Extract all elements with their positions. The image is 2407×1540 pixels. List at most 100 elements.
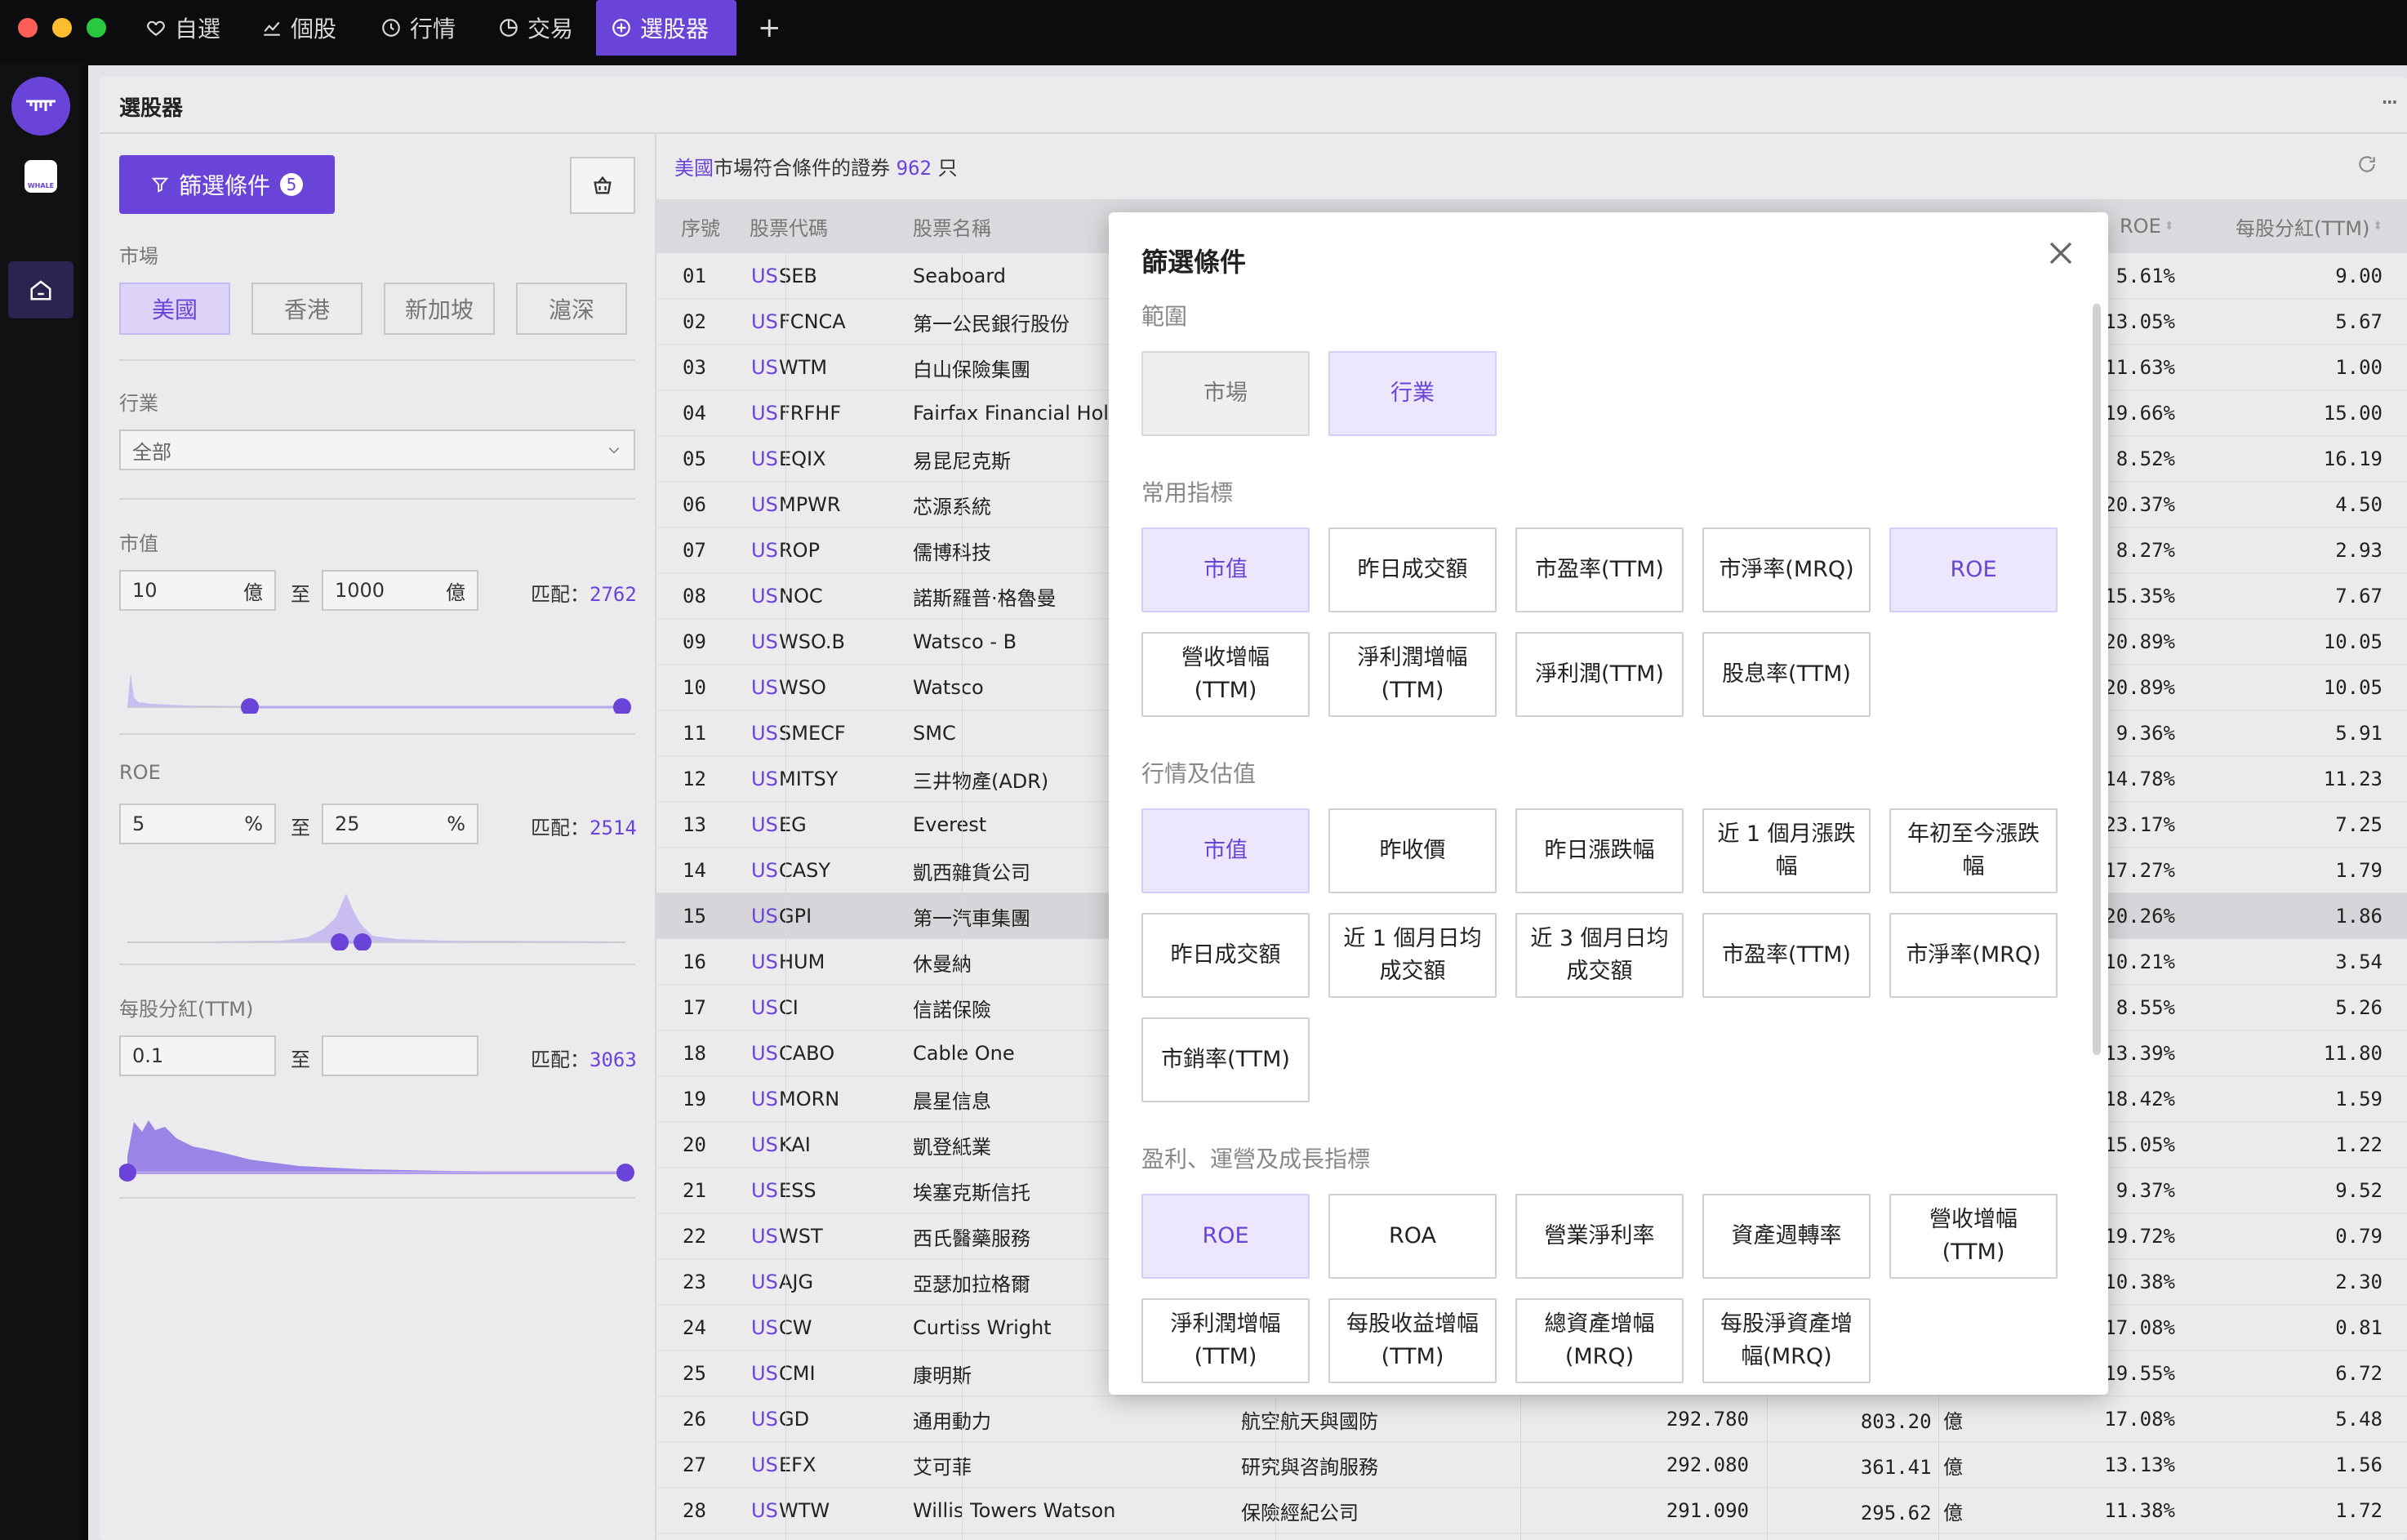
sort-icon: ⬍ [2164, 220, 2174, 233]
match-label: 匹配： [531, 817, 590, 839]
dialog-section-title: 行情及估值 [1141, 760, 1257, 787]
dividend-min-input[interactable]: 0.1 [119, 1035, 276, 1076]
market-cap-max-input[interactable]: 1000 億 [322, 570, 478, 611]
filter-option-button[interactable]: 昨日漲跌幅 [1515, 808, 1684, 893]
market-option-us[interactable]: 美國 [119, 283, 230, 335]
app-logo[interactable] [11, 77, 70, 136]
title-bar: 自選 個股 行情 交易 選股器 + [0, 0, 2407, 64]
roe-min-input[interactable]: 5 % [119, 803, 276, 844]
filter-option-button[interactable]: 年初至今漲跌幅 [1889, 808, 2058, 893]
filter-option-button[interactable]: ROE [1889, 527, 2058, 612]
filter-option-button[interactable]: 市淨率(MRQ) [1889, 913, 2058, 998]
row-market: US [751, 1453, 778, 1476]
row-name: Cable One [913, 1042, 1015, 1065]
filter-option-label: ROE [1202, 1223, 1249, 1248]
filter-option-button[interactable]: 淨利潤(TTM) [1515, 632, 1684, 717]
row-name: 凱登紙業 [913, 1135, 991, 1159]
filter-option-button[interactable]: 市值 [1141, 808, 1310, 893]
row-market: US [751, 1499, 778, 1522]
add-tab-button[interactable]: + [743, 0, 796, 56]
filter-option-button[interactable]: 昨日成交額 [1141, 913, 1310, 998]
tab-watchlist[interactable]: 自選 [131, 0, 235, 56]
filter-option-button[interactable]: 營業淨利率 [1515, 1194, 1684, 1279]
filter-option-button[interactable]: 近 3 個月日均成交額 [1515, 913, 1684, 998]
market-option-hk[interactable]: 香港 [251, 283, 363, 335]
tab-quotes[interactable]: 行情 [366, 0, 470, 56]
filter-option-button[interactable]: 昨日成交額 [1328, 527, 1497, 612]
market-cap-histogram-slider[interactable] [119, 632, 642, 714]
filter-option-button[interactable]: 淨利潤增幅 (TTM) [1328, 632, 1497, 717]
minimize-window-button[interactable] [52, 18, 72, 38]
row-number: 14 [683, 859, 706, 882]
tab-trade[interactable]: 交易 [483, 0, 588, 56]
table-row[interactable]: 28 US WTW Willis Towers Watson 保險經紀公司 291.090… [655, 1488, 2407, 1533]
filter-option-button[interactable]: 昨收價 [1328, 808, 1497, 893]
filter-option-label: 市盈率(TTM) [1722, 942, 1851, 968]
filter-option-button[interactable]: ROA [1328, 1194, 1497, 1279]
filter-option-button[interactable]: 市盈率(TTM) [1702, 913, 1871, 998]
table-row[interactable]: 27 US EFX 艾可菲 研究與咨詢服務 292.080 361.41 億 13.13% 1.… [655, 1442, 2407, 1488]
refresh-icon[interactable] [2356, 154, 2378, 175]
row-code: CABO [779, 1042, 835, 1065]
filter-option-button[interactable]: 近 1 個月日均成交額 [1328, 913, 1497, 998]
filter-option-button[interactable]: 近 1 個月漲跌幅 [1702, 808, 1871, 893]
more-options-button[interactable]: ··· [2380, 87, 2398, 118]
dialog-scrollbar[interactable] [2093, 304, 2101, 1055]
filter-conditions-button[interactable]: 篩選條件 5 [119, 155, 335, 214]
filter-option-button[interactable]: 股息率(TTM) [1702, 632, 1871, 717]
filter-option-button[interactable]: ROE [1141, 1194, 1310, 1279]
row-market: US [751, 630, 778, 653]
filter-option-button[interactable]: 淨利潤增幅 (TTM) [1141, 1298, 1310, 1383]
col-no[interactable]: 序號 [681, 199, 720, 253]
filter-option-button[interactable]: 市場 [1141, 351, 1310, 436]
match-label: 匹配： [531, 1048, 590, 1071]
row-name: Willis Towers Watson [913, 1499, 1116, 1522]
filter-option-button[interactable]: 總資產增幅 (MRQ) [1515, 1298, 1684, 1383]
filter-option-button[interactable]: 市盈率(TTM) [1515, 527, 1684, 612]
maximize-window-button[interactable] [87, 18, 106, 38]
row-number: 19 [683, 1088, 706, 1110]
filter-option-label: 資產週轉率 [1731, 1223, 1842, 1248]
home-nav-button[interactable] [8, 261, 73, 318]
tab-stocks[interactable]: 個股 [247, 0, 351, 56]
market-option-cn[interactable]: 滬深 [516, 283, 627, 335]
industry-value: 全部 [132, 440, 171, 464]
col-div-label: 每股分紅(TTM) [2236, 216, 2370, 240]
row-name: Everest [913, 813, 987, 836]
filter-option-button[interactable]: 市淨率(MRQ) [1702, 527, 1871, 612]
tab-screener[interactable]: 選股器 [596, 0, 736, 56]
filter-option-button[interactable]: 市值 [1141, 527, 1310, 612]
row-market: US [751, 265, 778, 287]
market-cap-min-input[interactable]: 10 億 [119, 570, 276, 611]
roe-histogram-slider[interactable] [119, 861, 642, 950]
row-number: 21 [683, 1179, 706, 1202]
dividend-max-input[interactable] [322, 1035, 478, 1076]
col-roe[interactable]: ROE ⬍ [2120, 199, 2173, 253]
summary-unit: 只 [937, 157, 958, 180]
filter-option-button[interactable]: 資產週轉率 [1702, 1194, 1871, 1279]
col-code[interactable]: 股票代碼 [750, 199, 828, 253]
whale-app-icon[interactable]: WHALE [24, 160, 57, 193]
industry-select[interactable]: 全部 [119, 430, 635, 470]
dividend-histogram-slider[interactable] [119, 1097, 642, 1187]
filter-option-button[interactable]: 每股收益增幅 (TTM) [1328, 1298, 1497, 1383]
table-row[interactable]: 26 US GD 通用動力 航空航天與國防 292.780 803.20 億 17.08% 5.… [655, 1396, 2407, 1442]
roe-max-input[interactable]: 25 % [322, 803, 478, 844]
col-dividend[interactable]: 每股分紅(TTM) ⬍ [2236, 199, 2383, 253]
row-market: US [751, 356, 778, 379]
funnel-icon [151, 177, 169, 193]
row-market: US [751, 1042, 778, 1065]
col-name[interactable]: 股票名稱 [913, 199, 991, 253]
chevron-down-icon [608, 447, 620, 454]
close-icon[interactable] [2046, 238, 2076, 268]
filter-option-button[interactable]: 行業 [1328, 351, 1497, 436]
market-option-sg[interactable]: 新加坡 [384, 283, 495, 335]
filter-option-button[interactable]: 營收增幅 (TTM) [1141, 632, 1310, 717]
filter-option-button[interactable]: 每股淨資產增幅(MRQ) [1702, 1298, 1871, 1383]
save-basket-button[interactable] [570, 157, 635, 214]
close-window-button[interactable] [18, 18, 38, 38]
filter-option-button[interactable]: 營收增幅 (TTM) [1889, 1194, 2058, 1279]
filter-option-button[interactable]: 市銷率(TTM) [1141, 1017, 1310, 1102]
input-value: 0.1 [132, 1044, 164, 1067]
filter-option-label: ROE [1950, 557, 1997, 582]
